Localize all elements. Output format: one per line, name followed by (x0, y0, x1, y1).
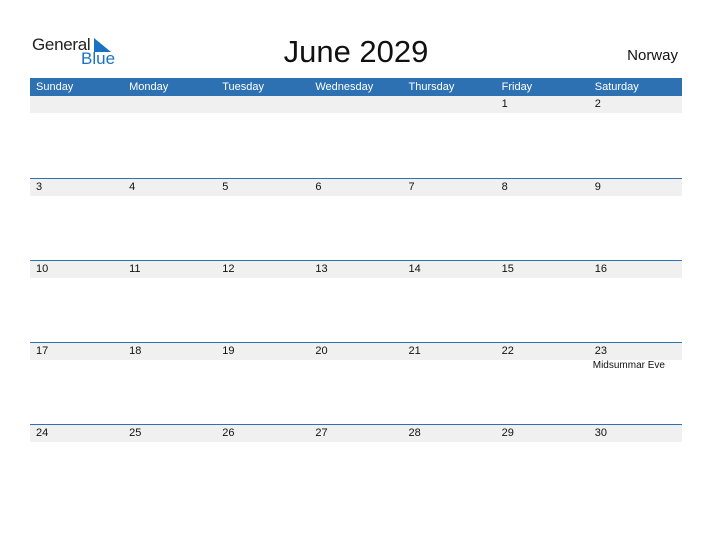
day-number: 2 (594, 98, 601, 110)
day-number-row: 12 (30, 96, 682, 113)
day-number: 10 (36, 263, 49, 275)
weekday-friday: Friday (501, 81, 533, 93)
day-number: 1 (501, 98, 508, 110)
day-number: 13 (315, 263, 328, 275)
holiday-label (30, 360, 123, 371)
weekday-thursday: Thursday (408, 81, 455, 93)
day-number: 19 (222, 345, 235, 357)
week-row: 24 25 26 27 28 29 30 (30, 424, 682, 506)
day-number: 25 (129, 427, 142, 439)
day-number: 17 (36, 345, 49, 357)
day-number: 26 (222, 427, 235, 439)
week-row: 17 18 19 20 21 22 23 Midsummar Eve (30, 342, 682, 424)
day-number (309, 96, 402, 113)
week-row: 3 4 5 6 7 8 9 (30, 178, 682, 260)
day-number: 5 (222, 181, 229, 193)
week-row: 12 (30, 96, 682, 178)
day-number: 14 (408, 263, 421, 275)
weekday-header: Sunday Monday Tuesday Wednesday Thursday… (30, 78, 682, 96)
day-number: 20 (315, 345, 328, 357)
holiday-label (403, 360, 496, 371)
day-number (216, 96, 309, 113)
weekday-wednesday: Wednesday (315, 81, 374, 93)
day-number: 4 (129, 181, 136, 193)
page-title: June 2029 (283, 34, 429, 69)
day-number: 15 (501, 263, 514, 275)
week-row: 10 11 12 13 14 15 16 (30, 260, 682, 342)
day-number: 6 (315, 181, 322, 193)
day-number: 30 (594, 427, 607, 439)
holiday-label (216, 360, 309, 371)
day-number: 16 (594, 263, 607, 275)
holiday-row: Midsummar Eve (30, 360, 682, 371)
weekday-monday: Monday (129, 81, 169, 93)
day-number: 24 (36, 427, 49, 439)
holiday-label (309, 360, 402, 371)
day-number-row: 3 4 5 6 7 8 9 (30, 179, 682, 196)
day-number (123, 96, 216, 113)
day-number: 29 (501, 427, 514, 439)
day-number: 28 (408, 427, 421, 439)
day-number (30, 96, 123, 113)
day-number: 7 (408, 181, 415, 193)
day-number: 3 (36, 181, 43, 193)
holiday-label: Midsummar Eve (592, 360, 665, 371)
day-number: 9 (594, 181, 601, 193)
weekday-tuesday: Tuesday (222, 81, 265, 93)
day-number: 18 (129, 345, 142, 357)
day-number: 22 (501, 345, 514, 357)
day-number: 11 (129, 263, 141, 275)
weekday-saturday: Saturday (594, 81, 639, 93)
day-number: 21 (408, 345, 421, 357)
day-number: 23 (594, 345, 607, 357)
day-number-row: 17 18 19 20 21 22 23 (30, 343, 682, 360)
day-number (403, 96, 496, 113)
calendar-grid: Sunday Monday Tuesday Wednesday Thursday… (30, 78, 682, 506)
holiday-label (123, 360, 216, 371)
day-number-row: 24 25 26 27 28 29 30 (30, 425, 682, 442)
holiday-label (496, 360, 589, 371)
day-number-row: 10 11 12 13 14 15 16 (30, 261, 682, 278)
day-number: 27 (315, 427, 328, 439)
day-number: 8 (501, 181, 508, 193)
day-number: 12 (222, 263, 235, 275)
weekday-sunday: Sunday (36, 81, 74, 93)
country-label: Norway (627, 47, 678, 64)
